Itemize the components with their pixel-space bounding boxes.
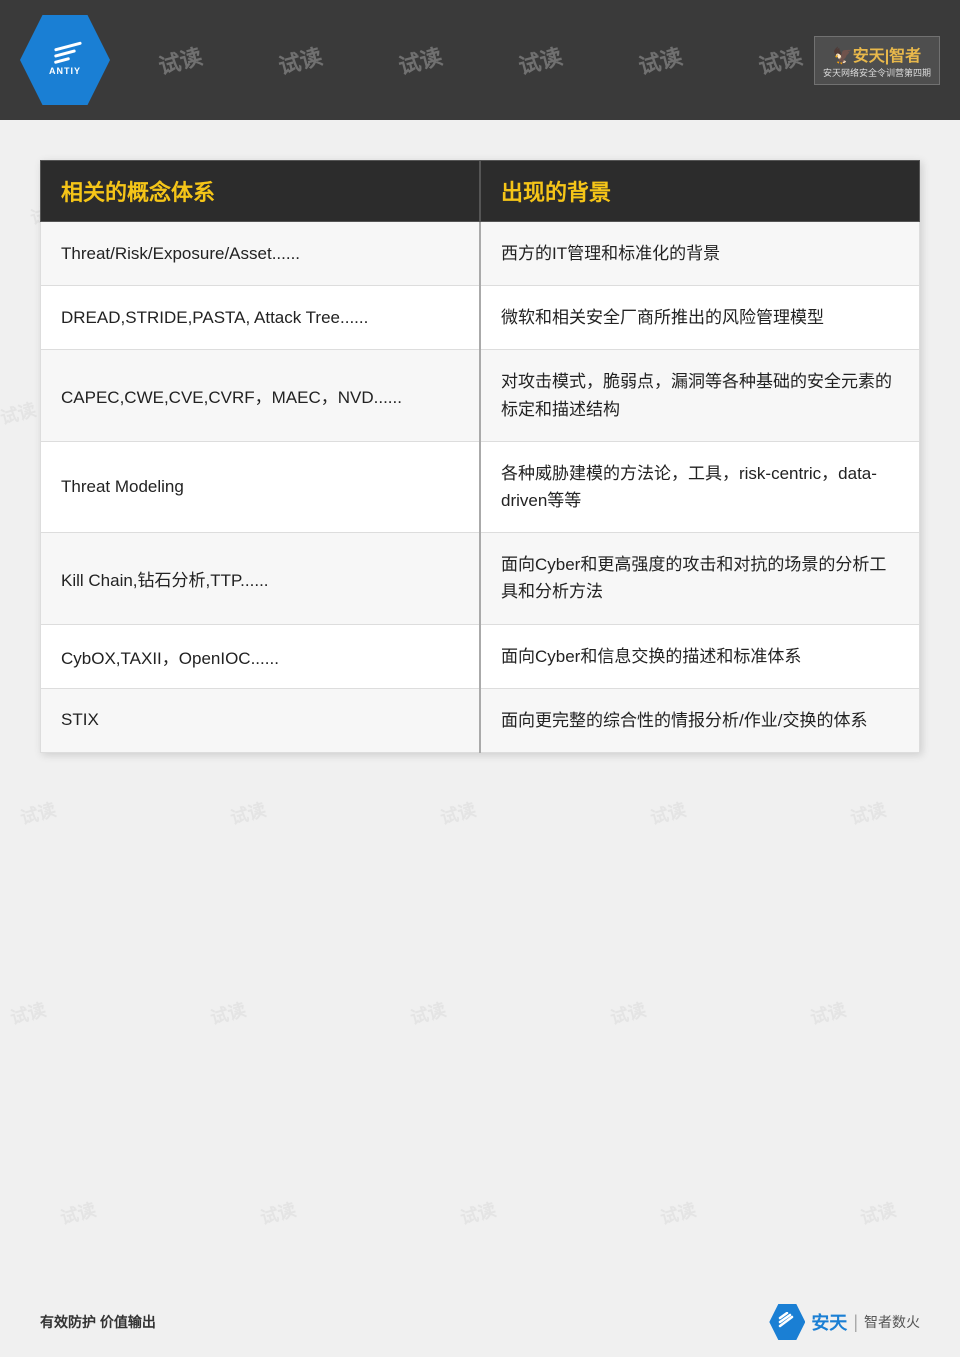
table-row: STIX面向更完整的综合性的情报分析/作业/交换的体系 [41, 688, 920, 752]
watermark-5: 试读 [635, 39, 686, 81]
table-cell-col2: 微软和相关安全厂商所推出的风险管理模型 [480, 286, 920, 350]
bwm-16: 试读 [227, 796, 269, 830]
footer: 有效防护 价值输出 安天 | 智者数火 [0, 1287, 960, 1357]
header: ANTIY 试读 试读 试读 试读 试读 试读 🦅安天|智者 安天网络安全令训营… [0, 0, 960, 120]
col1-header: 相关的概念体系 [41, 161, 481, 222]
table-cell-col1: CybOX,TAXII，OpenIOC...... [41, 624, 481, 688]
watermark-3: 试读 [395, 39, 446, 81]
bwm-25: 试读 [57, 1196, 99, 1230]
header-right: 🦅安天|智者 安天网络安全令训营第四期 [814, 36, 940, 85]
bwm-28: 试读 [657, 1196, 699, 1230]
bwm-19: 试读 [847, 796, 889, 830]
bwm-29: 试读 [857, 1196, 899, 1230]
data-table: 相关的概念体系 出现的背景 Threat/Risk/Exposure/Asset… [40, 160, 920, 753]
table-row: CAPEC,CWE,CVE,CVRF，MAEC，NVD......对攻击模式，脆… [41, 350, 920, 441]
table-row: CybOX,TAXII，OpenIOC......面向Cyber和信息交换的描述… [41, 624, 920, 688]
table-body: Threat/Risk/Exposure/Asset......西方的IT管理和… [41, 222, 920, 753]
footer-logo-icon [769, 1304, 805, 1340]
table-cell-col1: CAPEC,CWE,CVE,CVRF，MAEC，NVD...... [41, 350, 481, 441]
footer-tagline: 智者数火 [864, 1312, 920, 1332]
table-row: Threat Modeling各种威胁建模的方法论，工具，risk-centri… [41, 441, 920, 532]
table-cell-col1: STIX [41, 688, 481, 752]
col2-header: 出现的背景 [480, 161, 920, 222]
table-header-row: 相关的概念体系 出现的背景 [41, 161, 920, 222]
right-logo-subtitle: 安天网络安全令训营第四期 [823, 66, 931, 79]
table-row: DREAD,STRIDE,PASTA, Attack Tree......微软和… [41, 286, 920, 350]
footer-brand: 安天 [811, 1309, 847, 1335]
table-cell-col2: 西方的IT管理和标准化的背景 [480, 222, 920, 286]
table-row: Kill Chain,钻石分析,TTP......面向Cyber和更高强度的攻击… [41, 533, 920, 624]
table-cell-col1: DREAD,STRIDE,PASTA, Attack Tree...... [41, 286, 481, 350]
right-logo-top: 🦅安天|智者 [823, 42, 931, 66]
logo-line-3 [53, 56, 69, 63]
footer-brand-name: 安天 [811, 1313, 847, 1333]
table-cell-col2: 面向更完整的综合性的情报分析/作业/交换的体系 [480, 688, 920, 752]
table-cell-col2: 对攻击模式，脆弱点，漏洞等各种基础的安全元素的标定和描述结构 [480, 350, 920, 441]
footer-right: 安天 | 智者数火 [769, 1304, 920, 1340]
table-cell-col1: Threat/Risk/Exposure/Asset...... [41, 222, 481, 286]
table-cell-col1: Threat Modeling [41, 441, 481, 532]
bwm-22: 试读 [407, 996, 449, 1030]
bwm-18: 试读 [647, 796, 689, 830]
table-cell-col1: Kill Chain,钻石分析,TTP...... [41, 533, 481, 624]
bwm-21: 试读 [207, 996, 249, 1030]
bwm-23: 试读 [607, 996, 649, 1030]
bwm-20: 试读 [7, 996, 49, 1030]
right-logo-box: 🦅安天|智者 安天网络安全令训营第四期 [814, 36, 940, 85]
bwm-24: 试读 [807, 996, 849, 1030]
watermark-2: 试读 [275, 39, 326, 81]
table-row: Threat/Risk/Exposure/Asset......西方的IT管理和… [41, 222, 920, 286]
main-content: 相关的概念体系 出现的背景 Threat/Risk/Exposure/Asset… [0, 120, 960, 773]
bwm-15: 试读 [17, 796, 59, 830]
table-cell-col2: 面向Cyber和更高强度的攻击和对抗的场景的分析工具和分析方法 [480, 533, 920, 624]
logo-lines [49, 45, 82, 62]
watermark-6: 试读 [755, 39, 806, 81]
logo-text: ANTIY [49, 66, 81, 76]
watermark-1: 试读 [155, 39, 206, 81]
watermark-4: 试读 [515, 39, 566, 81]
bwm-27: 试读 [457, 1196, 499, 1230]
footer-separator: | [853, 1312, 858, 1333]
logo-line-1 [54, 41, 82, 51]
table-cell-col2: 面向Cyber和信息交换的描述和标准体系 [480, 624, 920, 688]
bwm-26: 试读 [257, 1196, 299, 1230]
footer-left-text: 有效防护 价值输出 [40, 1312, 156, 1332]
table-cell-col2: 各种威胁建模的方法论，工具，risk-centric，data-driven等等 [480, 441, 920, 532]
bwm-17: 试读 [437, 796, 479, 830]
